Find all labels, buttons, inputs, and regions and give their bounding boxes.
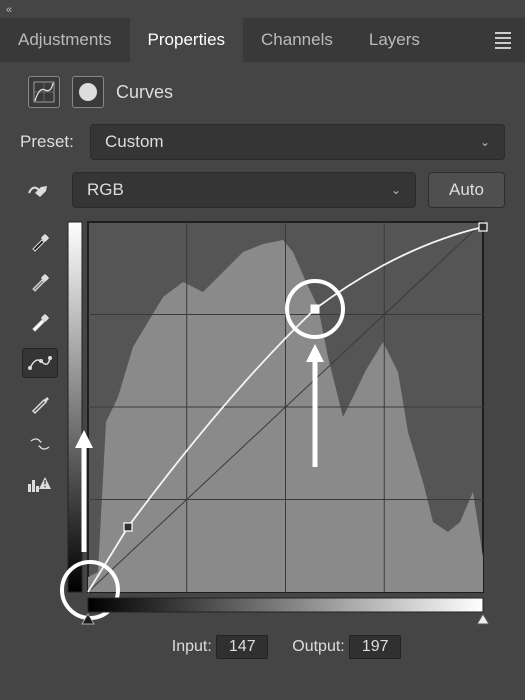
smooth-curve-tool[interactable] — [22, 348, 58, 378]
panel-menu-icon[interactable] — [495, 32, 511, 49]
white-point-slider[interactable] — [477, 614, 489, 624]
curves-adjustment-icon — [28, 76, 60, 108]
output-label: Output: — [292, 638, 344, 655]
preset-row: Preset: Custom ⌄ — [0, 116, 525, 164]
adjustment-title: Curves — [116, 82, 173, 103]
tab-layers[interactable]: Layers — [351, 18, 438, 62]
layer-mask-icon[interactable] — [72, 76, 104, 108]
output-field[interactable]: 197 — [349, 635, 401, 659]
channel-row: RGB ⌄ Auto — [0, 164, 525, 212]
curves-toolbar — [20, 222, 60, 659]
input-field[interactable]: 147 — [216, 635, 268, 659]
curve-point-shadow[interactable] — [124, 523, 132, 531]
tab-adjustments[interactable]: Adjustments — [0, 18, 130, 62]
curves-graph[interactable]: Input: 147 Output: 197 — [68, 222, 505, 659]
panel-tabs: Adjustments Properties Channels Layers — [0, 18, 525, 62]
chevron-down-icon: ⌄ — [480, 135, 490, 149]
channel-dropdown[interactable]: RGB ⌄ — [72, 172, 416, 208]
readout-row: Input: 147 Output: 197 — [68, 627, 505, 659]
smooth-values-tool[interactable] — [23, 430, 57, 458]
collapse-chevrons[interactable]: « — [6, 4, 9, 16]
preset-dropdown[interactable]: Custom ⌄ — [90, 124, 505, 160]
preset-value: Custom — [105, 132, 164, 152]
white-point-eyedropper[interactable] — [23, 308, 57, 336]
tab-properties[interactable]: Properties — [130, 18, 243, 62]
curve-point-selected[interactable] — [311, 305, 319, 313]
preset-label: Preset: — [20, 132, 78, 152]
chevron-down-icon: ⌄ — [391, 183, 401, 197]
gray-point-eyedropper[interactable] — [23, 268, 57, 296]
input-label: Input: — [172, 638, 212, 655]
on-image-adjust-tool[interactable] — [20, 176, 60, 204]
tab-channels[interactable]: Channels — [243, 18, 351, 62]
channel-value: RGB — [87, 180, 124, 200]
curve-point-highlight[interactable] — [479, 223, 487, 231]
adjustment-header: Curves — [0, 62, 525, 116]
clip-warning-tool[interactable] — [23, 470, 57, 498]
draw-curve-tool[interactable] — [23, 390, 57, 418]
black-point-eyedropper[interactable] — [23, 228, 57, 256]
auto-button[interactable]: Auto — [428, 172, 505, 208]
properties-panel: « Adjustments Properties Channels Layers… — [0, 0, 525, 700]
